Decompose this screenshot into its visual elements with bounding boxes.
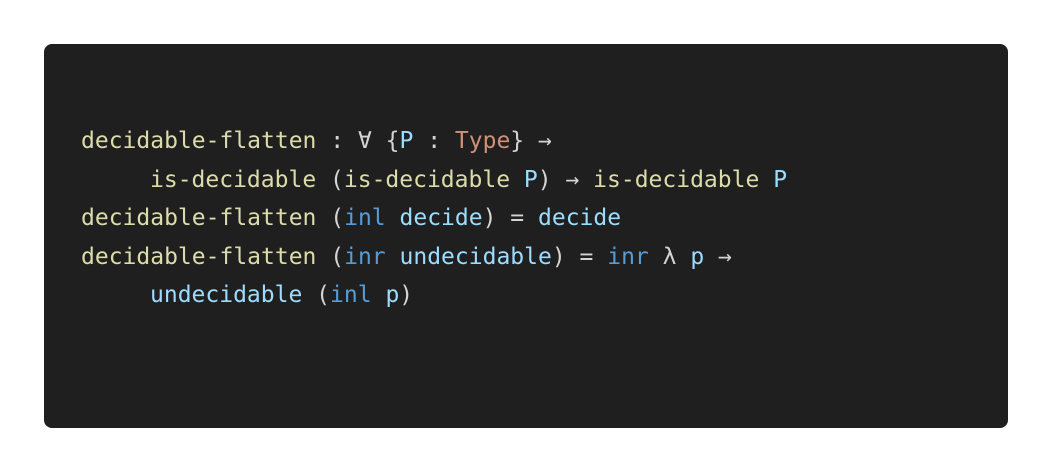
code-token-fn: decidable-flatten xyxy=(81,205,317,231)
code-token-fn: is-decidable xyxy=(150,166,317,193)
code-token-fn: is-decidable xyxy=(343,166,511,193)
code-token-op xyxy=(372,282,386,308)
code-token-var: p xyxy=(690,243,705,270)
code-token-var: P xyxy=(399,128,414,154)
code-token-op: } → xyxy=(510,128,552,154)
code-token-op: : xyxy=(413,128,455,154)
code-token-fn: decidable-flatten xyxy=(81,128,317,154)
code-token-op: ( xyxy=(316,166,344,193)
code-token-var: undecidable xyxy=(150,282,303,308)
code-token-op xyxy=(386,205,400,231)
code-token-op xyxy=(510,167,524,193)
code-text: decidable-flatten : ∀ {P : Type} → is-dec… xyxy=(81,122,787,315)
code-token-op: ( xyxy=(316,243,345,270)
code-token-op: ( xyxy=(316,205,345,231)
code-token-op: : ∀ { xyxy=(316,128,400,154)
code-token-var: p xyxy=(385,282,400,308)
code-line: decidable-flatten (inr undecidable) = in… xyxy=(81,238,787,277)
code-token-op: ) → xyxy=(537,166,594,193)
code-token-op: ) xyxy=(399,282,414,308)
code-token-op: ) = xyxy=(482,205,538,231)
code-line: is-decidable (is-decidable P) → is-decid… xyxy=(81,161,787,200)
code-token-kw: inl xyxy=(330,282,372,308)
code-token-op xyxy=(386,244,400,270)
code-token-kw: inr xyxy=(344,243,386,270)
code-token-kw: inl xyxy=(344,205,386,231)
code-line: decidable-flatten : ∀ {P : Type} → xyxy=(81,122,787,161)
code-token-fn: is-decidable xyxy=(593,166,760,193)
code-token-var: P xyxy=(773,166,788,193)
code-token-op: → xyxy=(704,243,732,270)
code-token-kw: inr xyxy=(607,243,649,270)
code-token-var: decide xyxy=(399,205,483,231)
code-block: decidable-flatten : ∀ {P : Type} → is-dec… xyxy=(44,44,1008,428)
code-token-op xyxy=(759,167,773,193)
code-line: undecidable (inl p) xyxy=(81,276,787,315)
code-token-ty: Type xyxy=(454,128,511,154)
code-token-op: ) = xyxy=(551,243,608,270)
code-token-op: λ xyxy=(648,243,691,270)
code-token-var: decide xyxy=(538,205,622,231)
code-token-var: P xyxy=(523,166,538,193)
code-token-fn: decidable-flatten xyxy=(81,243,317,270)
code-token-var: undecidable xyxy=(399,243,552,270)
code-line: decidable-flatten (inl decide) = decide xyxy=(81,199,787,238)
code-token-op: ( xyxy=(302,282,331,308)
